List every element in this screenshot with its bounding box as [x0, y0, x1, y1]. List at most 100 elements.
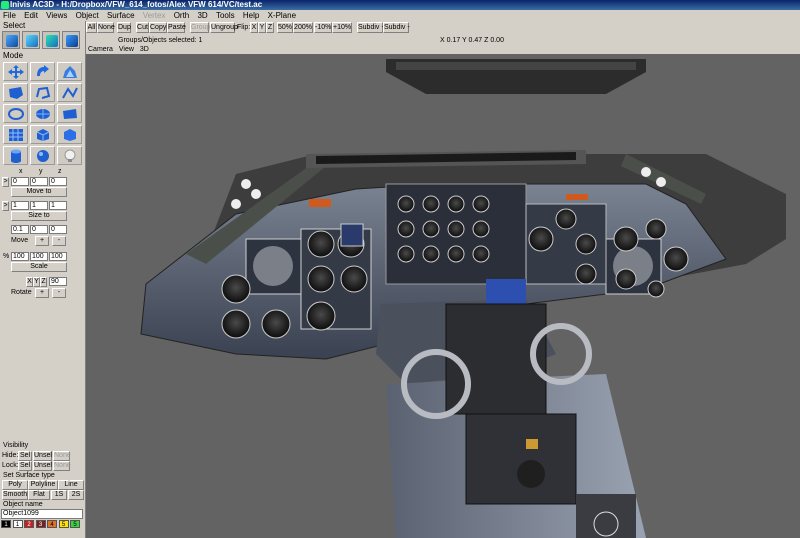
palette-swatch[interactable]: 4	[47, 520, 57, 528]
palette-swatch[interactable]: 1	[1, 520, 11, 528]
box-tool-button[interactable]	[30, 125, 55, 144]
disc-tool-button[interactable]	[30, 104, 55, 123]
position-y-field[interactable]: 0	[30, 177, 48, 186]
viewport-menu-view[interactable]: View	[117, 46, 136, 53]
select-vertex-button[interactable]	[62, 31, 80, 49]
position-x-field[interactable]: 0	[11, 177, 29, 186]
palette-swatch[interactable]: 5	[58, 520, 69, 528]
dup-button[interactable]: Dup	[117, 22, 131, 33]
menu-surface[interactable]: Surface	[104, 11, 138, 20]
zoom-minus10-button[interactable]: -10%	[314, 22, 332, 33]
move-label: Move	[11, 237, 29, 244]
group-button[interactable]: Group	[190, 22, 210, 33]
size-y-field[interactable]: 1	[30, 201, 48, 210]
select-group-icon	[6, 35, 18, 47]
subdiv-minus-button[interactable]: Subdiv -	[383, 22, 410, 33]
cylinder-tool-button[interactable]	[3, 146, 28, 165]
rotate-axis-x-button[interactable]: X	[26, 277, 33, 287]
hide-sel-button[interactable]: Sel	[18, 451, 32, 461]
object-name-field[interactable]: Object1099	[1, 509, 83, 519]
palette-swatch[interactable]: 5	[70, 520, 80, 528]
sphere-tool-button[interactable]	[30, 146, 55, 165]
palette-swatch[interactable]: 2	[24, 520, 34, 528]
rotate-axis-y-button[interactable]: Y	[33, 277, 40, 287]
polyline-tool-button[interactable]	[30, 83, 55, 102]
size-z-field[interactable]: 1	[49, 201, 67, 210]
flip-y-button[interactable]: Y	[258, 22, 266, 33]
select-surface-button[interactable]	[42, 31, 60, 49]
palette-swatch[interactable]: 3	[35, 520, 46, 528]
polygon-tool-button[interactable]	[3, 83, 28, 102]
all-button[interactable]: All	[86, 22, 97, 33]
scale-z-field[interactable]: 100	[49, 252, 67, 261]
3d-viewport[interactable]	[86, 54, 800, 538]
menu-3d[interactable]: 3D	[194, 11, 210, 20]
position-z-field[interactable]: 0	[49, 177, 67, 186]
move-plus-button[interactable]: +	[35, 236, 49, 246]
subdiv-plus-button[interactable]: Subdiv +	[357, 22, 385, 33]
palette-swatch[interactable]: 1	[12, 520, 23, 528]
rotate-axis-z-button[interactable]: Z	[40, 277, 47, 287]
hide-none-button[interactable]: None	[53, 451, 71, 461]
scale-button[interactable]: Scale	[11, 262, 67, 272]
menu-object[interactable]: Object	[73, 11, 102, 20]
move-tool-button[interactable]	[3, 62, 28, 81]
selection-status: Groups/Objects selected: 1	[118, 37, 203, 44]
cube-tool-button[interactable]	[57, 125, 82, 144]
menu-xplane[interactable]: X-Plane	[265, 11, 299, 20]
line-tool-button[interactable]	[57, 83, 82, 102]
scale-y-field[interactable]: 100	[30, 252, 48, 261]
surface-poly-button[interactable]: Poly	[2, 480, 28, 490]
surface-line-button[interactable]: Line	[58, 480, 84, 490]
flip-z-button[interactable]: Z	[266, 22, 274, 33]
menu-edit[interactable]: Edit	[21, 11, 41, 20]
position-arrow-button[interactable]: >	[2, 177, 9, 187]
copy-button[interactable]: Copy	[149, 22, 167, 33]
surface-polyline-button[interactable]: Polyline	[28, 480, 58, 490]
menu-file[interactable]: File	[0, 11, 19, 20]
flip-x-button[interactable]: X	[250, 22, 258, 33]
light-tool-button[interactable]	[57, 146, 82, 165]
surface-1s-button[interactable]: 1S	[51, 490, 67, 500]
size-arrow-button[interactable]: >	[2, 201, 9, 211]
ungroup-button[interactable]: Ungroup	[210, 22, 238, 33]
move-x-field[interactable]: 0.1	[11, 225, 29, 234]
menu-views[interactable]: Views	[43, 11, 70, 20]
scale-x-field[interactable]: 100	[11, 252, 29, 261]
zoom-200-button[interactable]: 200%	[293, 22, 313, 33]
cut-button[interactable]: Cut	[136, 22, 149, 33]
viewport-menu-camera[interactable]: Camera	[86, 46, 115, 53]
move-z-field[interactable]: 0	[49, 225, 67, 234]
zoom-50-button[interactable]: 50%	[277, 22, 293, 33]
rotate-angle-field[interactable]: 90	[49, 277, 67, 286]
rotate-tool-button[interactable]	[30, 62, 55, 81]
none-button[interactable]: None	[97, 22, 115, 33]
scale-tool-button[interactable]	[57, 62, 82, 81]
viewport-menu-3d[interactable]: 3D	[138, 46, 151, 53]
zoom-plus10-button[interactable]: +10%	[332, 22, 352, 33]
lock-sel-button[interactable]: Sel	[18, 461, 32, 471]
rotate-minus-button[interactable]: -	[52, 288, 66, 298]
move-to-button[interactable]: Move to	[11, 187, 67, 197]
size-to-button[interactable]: Size to	[11, 211, 67, 221]
surface-2s-button[interactable]: 2S	[68, 490, 84, 500]
select-object-button[interactable]	[22, 31, 40, 49]
menu-vertex[interactable]: Vertex	[140, 11, 169, 20]
menu-orth[interactable]: Orth	[171, 11, 193, 20]
paste-button[interactable]: Paste	[167, 22, 186, 33]
grid-tool-button[interactable]	[3, 125, 28, 144]
surface-smooth-button[interactable]: Smooth	[2, 490, 28, 500]
hide-unsel-button[interactable]: Unsel	[33, 451, 52, 461]
ellipse-tool-button[interactable]	[3, 104, 28, 123]
rotate-plus-button[interactable]: +	[35, 288, 49, 298]
lock-unsel-button[interactable]: Unsel	[33, 461, 52, 471]
surface-flat-button[interactable]: Flat	[28, 490, 50, 500]
mesh-tool-button[interactable]	[57, 104, 82, 123]
move-minus-button[interactable]: -	[52, 236, 66, 246]
menu-help[interactable]: Help	[240, 11, 262, 20]
size-x-field[interactable]: 1	[11, 201, 29, 210]
menu-tools[interactable]: Tools	[213, 11, 238, 20]
move-y-field[interactable]: 0	[30, 225, 48, 234]
select-group-button[interactable]	[2, 31, 20, 49]
lock-none-button[interactable]: None	[53, 461, 71, 471]
